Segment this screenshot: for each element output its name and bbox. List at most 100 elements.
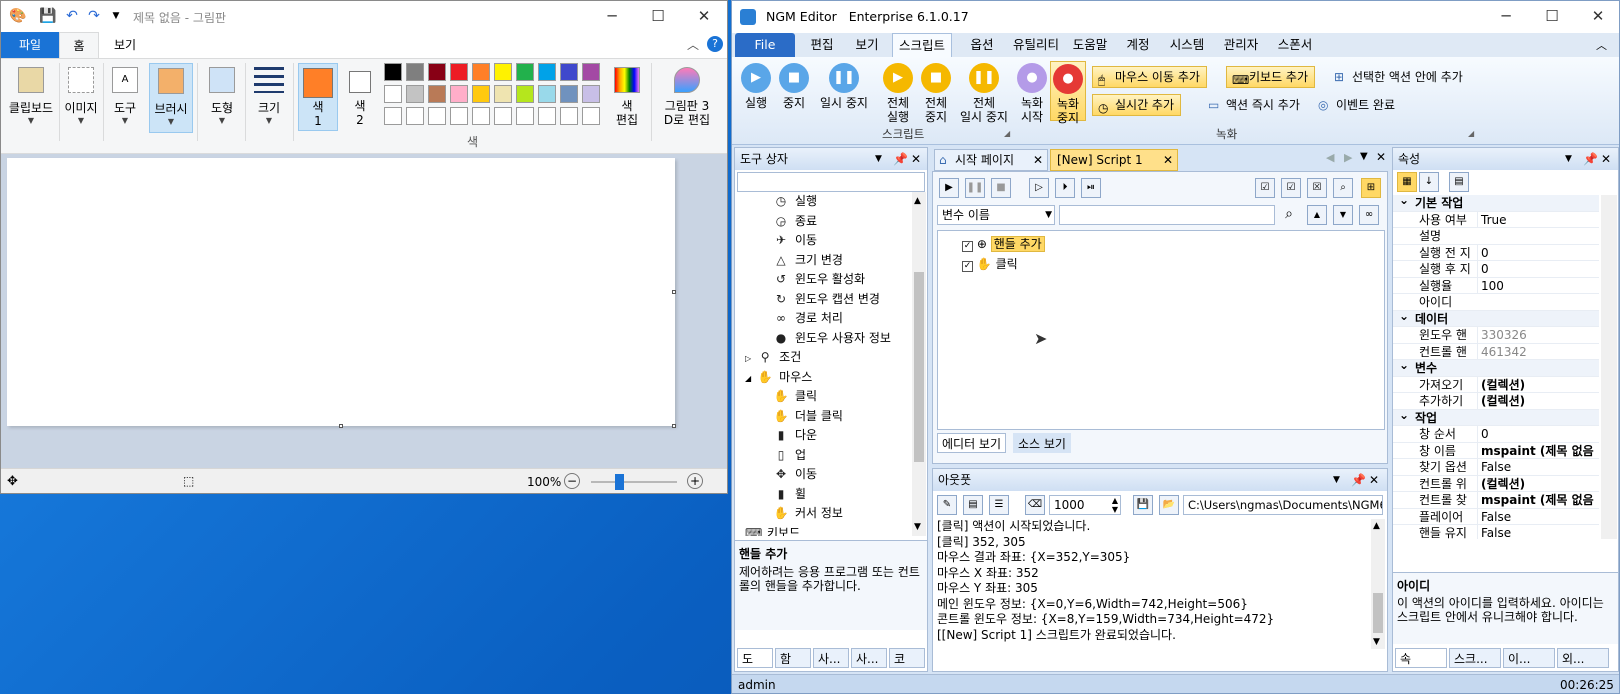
- panel-tab[interactable]: 속: [1395, 648, 1447, 668]
- property-row[interactable]: 핸들 유지 False: [1393, 525, 1599, 539]
- property-value[interactable]: False: [1477, 459, 1597, 476]
- run-script-icon[interactable]: ▶: [939, 178, 959, 198]
- script-item[interactable]: ✓ ⊕ 핸들 추가: [962, 235, 1045, 253]
- toolbox-scrollbar[interactable]: ▲ ▼: [912, 192, 926, 536]
- move-down-icon[interactable]: ▼: [1333, 205, 1353, 225]
- close-icon[interactable]: ✕: [1601, 148, 1611, 170]
- redo-icon[interactable]: ↷: [85, 7, 103, 25]
- panel-tab[interactable]: 외...: [1557, 648, 1609, 668]
- property-row[interactable]: 윈도우 핸 330326: [1393, 327, 1599, 344]
- menu-item[interactable]: 스크립트: [892, 33, 952, 57]
- folder-icon[interactable]: 📂: [1159, 495, 1179, 515]
- customize-toolbar-icon[interactable]: ▼: [107, 7, 125, 25]
- color-swatch[interactable]: [516, 85, 534, 103]
- property-row[interactable]: 창 이름 mspaint (제목 없음: [1393, 442, 1599, 459]
- toolbox-item[interactable]: ✋ 클릭: [735, 387, 911, 407]
- property-row[interactable]: 아이디: [1393, 294, 1599, 311]
- color-swatch[interactable]: [516, 63, 534, 81]
- pin-icon[interactable]: 📌: [1583, 148, 1598, 170]
- color-swatch[interactable]: [560, 63, 578, 81]
- property-value[interactable]: 0: [1477, 244, 1597, 261]
- menu-item[interactable]: 관리자: [1216, 33, 1266, 57]
- property-row[interactable]: 추가하기 (컬렉션): [1393, 393, 1599, 410]
- run-selected-icon[interactable]: ⏵: [1055, 178, 1075, 198]
- close-button[interactable]: ✕: [681, 1, 727, 32]
- toolbox-item[interactable]: ▷ ⚲ 조건: [735, 348, 911, 368]
- color1-button[interactable]: 색1: [298, 63, 338, 131]
- brush-button[interactable]: 브러시 ▼: [149, 63, 193, 133]
- dropdown-icon[interactable]: ▼: [875, 148, 882, 170]
- property-row[interactable]: 컨트롤 핸 461342: [1393, 343, 1599, 360]
- property-value[interactable]: True: [1477, 211, 1597, 228]
- tab-view[interactable]: 보기: [105, 32, 145, 58]
- record-start-button[interactable]: ● 녹화 시작: [1016, 63, 1048, 124]
- toolbox-item[interactable]: ▮ 다운: [735, 426, 911, 446]
- line-count-stepper[interactable]: 1000 ▲ ▼: [1049, 495, 1121, 515]
- toolbox-item[interactable]: ↻ 윈도우 캡션 변경: [735, 290, 911, 310]
- color-swatch[interactable]: [428, 107, 446, 125]
- menu-item[interactable]: 편집: [802, 33, 842, 57]
- color-swatch[interactable]: [538, 63, 556, 81]
- property-value[interactable]: 100: [1477, 277, 1597, 294]
- color-swatch[interactable]: [560, 85, 578, 103]
- paint3d-button[interactable]: 그림판 3 D로 편집: [655, 63, 719, 135]
- property-category[interactable]: ⌄ 기본 작업: [1393, 195, 1599, 212]
- panel-tab[interactable]: 함: [775, 648, 811, 668]
- toolbox-item[interactable]: ▮ 휠: [735, 485, 911, 505]
- expander-icon[interactable]: ▷: [745, 354, 751, 363]
- output-scrollbar[interactable]: ▲ ▼: [1371, 519, 1385, 649]
- add-in-selected-button[interactable]: ⊞ 선택한 액션 안에 추가: [1332, 66, 1463, 88]
- checkbox[interactable]: ✓: [962, 241, 973, 252]
- resize-handle[interactable]: [339, 424, 343, 428]
- property-pages-icon[interactable]: ▤: [1449, 172, 1469, 192]
- zoom-in-button[interactable]: +: [687, 473, 703, 489]
- help-icon[interactable]: ?: [707, 36, 723, 52]
- scroll-left-icon[interactable]: ◀: [1326, 151, 1334, 164]
- tab-editor-view[interactable]: 에디터 보기: [937, 433, 1007, 453]
- property-row[interactable]: 컨트롤 위 (컬렉션): [1393, 475, 1599, 492]
- property-row[interactable]: 플레이어 False: [1393, 508, 1599, 525]
- collapse-icon[interactable]: ⌄: [1399, 407, 1409, 424]
- color-swatch[interactable]: [516, 107, 534, 125]
- color-swatch[interactable]: [450, 63, 468, 81]
- size-button[interactable]: 크기 ▼: [249, 63, 289, 135]
- scroll-right-icon[interactable]: ▶: [1344, 151, 1352, 164]
- minimize-button[interactable]: ─: [1483, 1, 1529, 32]
- color-swatch[interactable]: [428, 85, 446, 103]
- color2-button[interactable]: 색2: [342, 63, 378, 135]
- close-icon[interactable]: ✕: [1376, 150, 1386, 164]
- panel-tab[interactable]: 이...: [1503, 648, 1555, 668]
- toolbox-item[interactable]: ◶ 종료: [735, 212, 911, 232]
- close-button[interactable]: ✕: [1575, 1, 1619, 32]
- tools-group[interactable]: A 도구 ▼: [105, 63, 145, 135]
- record-stop-button[interactable]: ● 녹화 중지: [1050, 61, 1086, 125]
- color-swatch[interactable]: [560, 107, 578, 125]
- property-value[interactable]: False: [1477, 525, 1597, 539]
- menu-file[interactable]: File: [735, 33, 795, 57]
- script-item[interactable]: ✓ ✋ 클릭: [962, 255, 1018, 273]
- color-swatch[interactable]: [406, 107, 424, 125]
- toolbox-item[interactable]: ✥ 이동: [735, 465, 911, 485]
- stop-button[interactable]: ■ 중지: [776, 63, 812, 110]
- save-icon[interactable]: 💾: [39, 7, 57, 25]
- resize-handle[interactable]: [672, 290, 676, 294]
- toolbox-item[interactable]: ● 윈도우 사용자 정보: [735, 329, 911, 349]
- toolbox-item[interactable]: ⌨ 키보드: [735, 524, 911, 537]
- log-path-input[interactable]: C:\Users\ngmas\Documents\NGM6\: [1183, 495, 1383, 515]
- property-row[interactable]: 실행 전 지 0: [1393, 244, 1599, 261]
- toolbox-item[interactable]: ✋ 더블 클릭: [735, 407, 911, 427]
- dropdown-icon[interactable]: ▼: [1333, 469, 1340, 491]
- pause-button[interactable]: ❚❚ 일시 중지: [814, 63, 874, 110]
- save-icon[interactable]: 💾: [1133, 495, 1153, 515]
- pause-all-button[interactable]: ❚❚ 전체 일시 중지: [956, 63, 1012, 124]
- add-realtime-button[interactable]: ◷ 실시간 추가: [1092, 94, 1182, 116]
- property-category[interactable]: ⌄ 데이터: [1393, 309, 1599, 327]
- output-list-icon[interactable]: ☰: [989, 495, 1009, 515]
- menu-item[interactable]: 계정: [1118, 33, 1158, 57]
- color-swatch[interactable]: [582, 85, 600, 103]
- property-value[interactable]: 330326: [1477, 327, 1597, 344]
- property-value[interactable]: (컬렉션): [1477, 393, 1597, 410]
- property-row[interactable]: 사용 여부 True: [1393, 211, 1599, 228]
- stepper-arrows-icon[interactable]: ▲ ▼: [1112, 496, 1118, 514]
- close-icon[interactable]: ✕: [1033, 150, 1043, 170]
